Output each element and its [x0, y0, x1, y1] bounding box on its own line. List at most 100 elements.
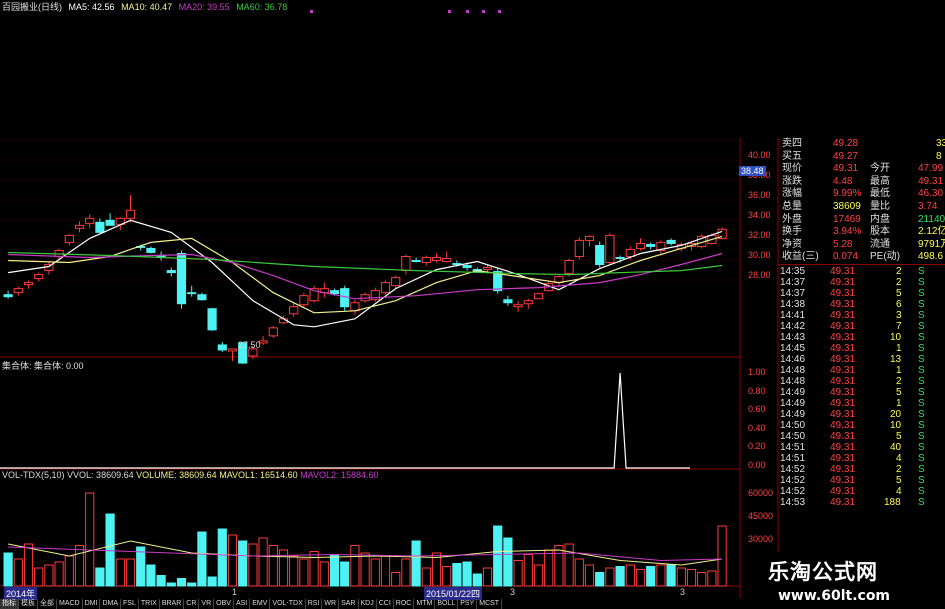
- candle-body: [523, 300, 533, 305]
- tab-trix[interactable]: TRIX: [139, 599, 160, 609]
- volume-bar: [482, 567, 493, 587]
- candle-body: [391, 277, 401, 287]
- quote-value-2: 498.6: [918, 251, 944, 263]
- tick-row: 14:48 49.31 2 S: [778, 376, 945, 387]
- tab-wr[interactable]: WR: [322, 599, 340, 609]
- tick-row: 14:49 49.31 5 S: [778, 387, 945, 398]
- mavol1-readout: MAVOL1: 16514.60: [219, 470, 298, 480]
- tick-price: 49.31: [830, 375, 856, 387]
- volume-bar: [136, 546, 146, 587]
- volume-bar: [625, 564, 635, 587]
- tab-vol-tdx[interactable]: VOL-TDX: [270, 599, 306, 609]
- date-label-month-3a: 3: [510, 587, 516, 597]
- volume-bar: [258, 537, 268, 587]
- tab-fsl[interactable]: FSL: [121, 599, 139, 609]
- volume-bar: [513, 560, 523, 587]
- low-price-annotation: 27.50: [238, 340, 261, 350]
- tick-row: 14:50 49.31 5 S: [778, 431, 945, 442]
- tab-kdj[interactable]: KDJ: [359, 599, 377, 609]
- volume-bar: [54, 561, 64, 587]
- quote-value: 0.074: [833, 251, 859, 263]
- tick-side: S: [918, 309, 925, 321]
- quote-label: 总量: [782, 200, 802, 212]
- tick-side: S: [918, 342, 925, 354]
- volume-bar: [23, 543, 34, 587]
- price-tick-label: 32.00: [748, 230, 771, 240]
- candle-body: [217, 344, 227, 351]
- tick-volume: 2: [896, 276, 902, 288]
- tick-side: S: [918, 364, 925, 376]
- tick-price: 49.31: [830, 287, 856, 299]
- tick-time: 14:49: [780, 397, 806, 409]
- tab-模板[interactable]: 模板: [19, 599, 38, 609]
- tick-side: S: [918, 474, 925, 486]
- signal-marker: [466, 10, 469, 13]
- indicator-tabs: 指标 模板 全部 MACD DMI DMA FSL TRIX BRAR CR VR OBV ASI EMV…: [0, 599, 700, 609]
- tab-asi[interactable]: ASI: [234, 599, 251, 609]
- tab-brar[interactable]: BRAR: [160, 599, 185, 609]
- price-tick-label: 40.00: [748, 150, 771, 160]
- volume-bar: [544, 549, 554, 587]
- tick-time: 14:52: [780, 474, 806, 486]
- indicator-line: [0, 372, 690, 469]
- tick-volume: 5: [896, 474, 902, 486]
- quote-extra: 8: [936, 150, 942, 162]
- candle-body: [34, 274, 44, 280]
- tab-mtm[interactable]: MTM: [414, 599, 436, 609]
- tab-rsi[interactable]: RSI: [306, 599, 323, 609]
- tab-roc[interactable]: ROC: [394, 599, 415, 609]
- tick-time: 14:49: [780, 408, 806, 420]
- quote-value: 9.99%: [833, 188, 862, 200]
- quote-value-2: 47.99: [918, 163, 944, 175]
- quote-row: 外盘 17469 内盘 21140: [778, 214, 945, 227]
- quote-value: 4.48: [833, 175, 853, 187]
- candle-body: [95, 221, 105, 233]
- tab-obv[interactable]: OBV: [214, 599, 234, 609]
- tick-price: 49.31: [830, 265, 856, 277]
- signal-marker: [310, 10, 313, 13]
- tab-vr[interactable]: VR: [199, 599, 215, 609]
- watermark-title: 乐淘公式网: [768, 560, 878, 584]
- candle-body: [64, 234, 74, 243]
- tab-cci[interactable]: CCI: [377, 599, 394, 609]
- tab-mcst[interactable]: MCST: [477, 599, 503, 609]
- tick-side: S: [918, 441, 925, 453]
- candle-body: [482, 267, 493, 271]
- candle-body: [299, 295, 309, 306]
- tab-psy[interactable]: PSY: [458, 599, 478, 609]
- tick-price: 49.31: [830, 276, 856, 288]
- tick-time: 14:38: [780, 298, 806, 310]
- tab-macd[interactable]: MACD: [57, 599, 83, 609]
- volume-bar: [360, 552, 370, 587]
- tick-time: 14:50: [780, 430, 806, 442]
- tick-row: 14:52 49.31 4 S: [778, 486, 945, 497]
- tick-price: 49.31: [830, 419, 856, 431]
- tab-dmi[interactable]: DMI: [83, 599, 101, 609]
- tick-side: S: [918, 386, 925, 398]
- tab-指标[interactable]: 指标: [0, 599, 19, 609]
- volume-bar: [615, 566, 625, 587]
- tick-row: 14:45 49.31 1 S: [778, 343, 945, 354]
- volume-bar: [676, 567, 686, 587]
- tab-dma[interactable]: DMA: [100, 599, 122, 609]
- tick-time: 14:48: [780, 375, 806, 387]
- volume-bar: [299, 558, 309, 587]
- tab-boll[interactable]: BOLL: [435, 599, 459, 609]
- volume-bars: [3, 492, 727, 587]
- volume-bar: [156, 575, 166, 587]
- quote-row: 买五 49.27 8: [778, 151, 945, 164]
- tick-row: 14:52 49.31 5 S: [778, 475, 945, 486]
- tick-side: S: [918, 287, 925, 299]
- quote-label: 涨幅: [782, 188, 802, 200]
- quote-value: 38609: [833, 200, 861, 212]
- volume-bar: [656, 564, 666, 587]
- quote-label: 现价: [782, 163, 802, 175]
- volume-bar: [493, 525, 503, 587]
- tab-全部[interactable]: 全部: [38, 599, 57, 609]
- tab-sar[interactable]: SAR: [339, 599, 359, 609]
- tab-emv[interactable]: EMV: [250, 599, 271, 609]
- volume-bar: [717, 525, 727, 587]
- tab-cr[interactable]: CR: [184, 599, 200, 609]
- tick-price: 49.31: [830, 496, 856, 508]
- tick-side: S: [918, 419, 925, 431]
